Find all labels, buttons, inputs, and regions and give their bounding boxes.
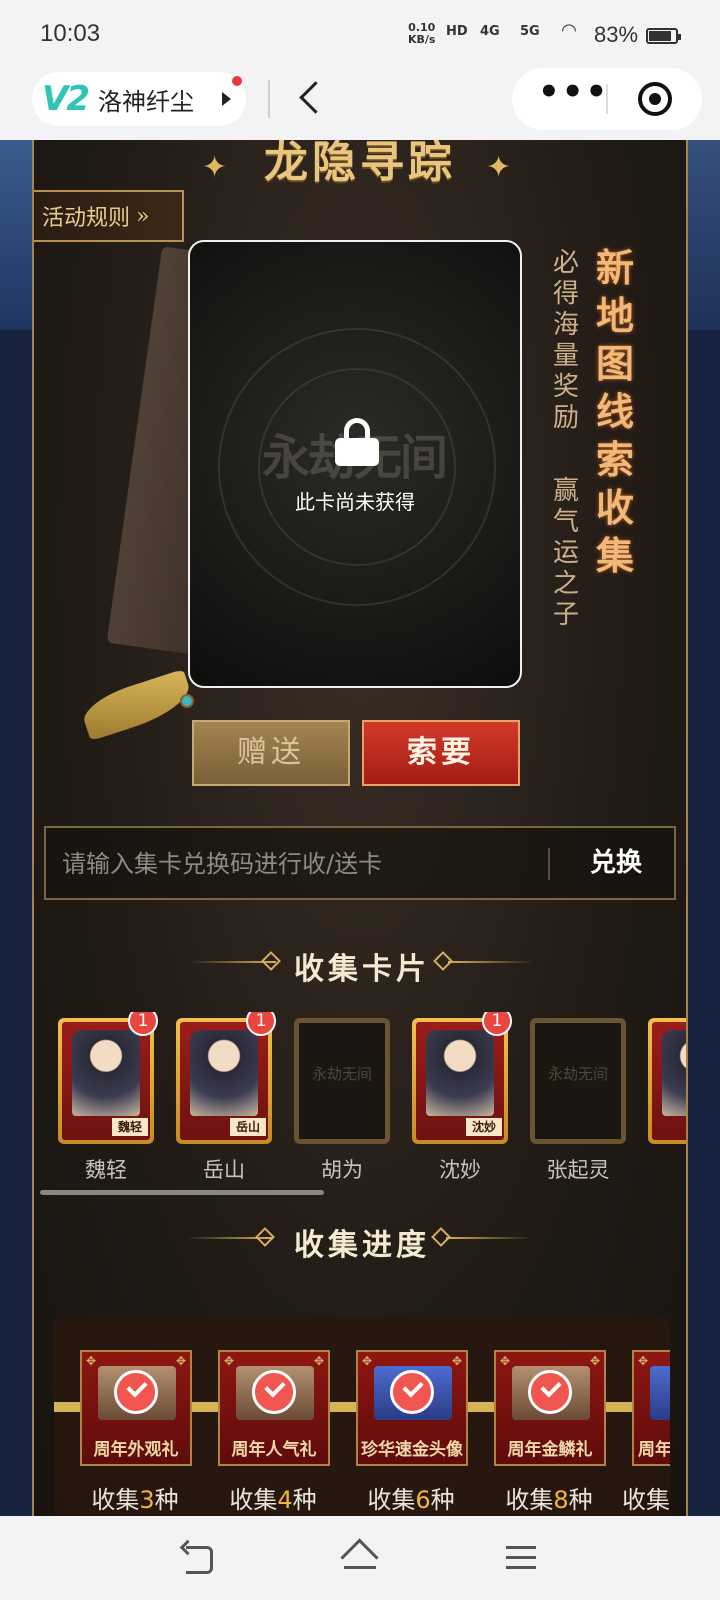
carousel-scrollbar[interactable] <box>40 1190 324 1195</box>
check-icon <box>390 1370 434 1414</box>
app-switcher[interactable]: V2 洛神纤尘 <box>32 72 246 126</box>
rules-button[interactable]: 活动规则 » <box>34 190 184 242</box>
rules-label: 活动规则 <box>42 206 131 231</box>
card-name: 魏轻 <box>85 1158 127 1182</box>
slogan-fortune: 赢气运之子 <box>552 476 579 630</box>
redeem-button[interactable]: 兑换 <box>556 828 676 898</box>
reward-item[interactable]: ✥ ✥ 周年外观礼 <box>80 1350 192 1466</box>
v2-logo: V2 <box>42 79 90 119</box>
nav-divider <box>268 80 270 118</box>
reward-requirement: 收集8种 <box>505 1486 593 1514</box>
card-item[interactable]: 魏轻 <box>58 1018 154 1144</box>
card-item-locked[interactable]: 永劫无间 <box>294 1018 390 1144</box>
collect-progress-heading: 收集进度 <box>34 1218 686 1263</box>
capsule-menu: ••• <box>512 68 702 130</box>
card-logo-watermark: 永劫无间 <box>311 1065 372 1083</box>
card-item-locked[interactable]: 永劫无间 <box>530 1018 626 1144</box>
card-name-tag: 岳山 <box>230 1118 266 1136</box>
lock-icon <box>335 418 379 466</box>
title-ornament-right-icon: ✦ <box>486 150 512 185</box>
reward-item[interactable]: ✥ ✥ 珍华速金头像 <box>356 1350 468 1466</box>
jade-bead-ornament <box>180 694 194 708</box>
reward-label: 周年 <box>638 1440 670 1460</box>
card-name-tag: 魏轻 <box>112 1118 148 1136</box>
close-mini-program-icon[interactable] <box>638 82 672 116</box>
collect-progress-title: 收集进度 <box>294 1228 430 1263</box>
character-portrait <box>72 1030 140 1116</box>
reward-item[interactable]: ✥ 周年 <box>632 1350 670 1466</box>
signal-5g-icon: 5G <box>520 24 540 39</box>
system-navigation-bar <box>0 1516 720 1600</box>
collect-cards-title: 收集卡片 <box>294 952 430 987</box>
app-name: 洛神纤尘 <box>98 87 194 116</box>
clock: 10:03 <box>40 20 101 47</box>
redeem-code-box: 兑换 <box>44 826 676 900</box>
background-art-left <box>0 140 34 330</box>
character-portrait <box>662 1030 686 1116</box>
network-speed-unit: KB/s <box>408 33 436 46</box>
check-icon <box>252 1370 296 1414</box>
mini-program-navbar: V2 洛神纤尘 ••• <box>0 68 720 140</box>
reward-label: 周年人气礼 <box>231 1440 317 1460</box>
check-icon <box>528 1370 572 1414</box>
slogan-new-map: 新地图线索收集 <box>595 245 634 578</box>
reward-label: 周年金鳞礼 <box>507 1440 593 1460</box>
reward-item[interactable]: ✥ ✥ 周年人气礼 <box>218 1350 330 1466</box>
collect-progress-panel[interactable]: ✥ ✥ 周年外观礼 收集3种 ✥ ✥ 周年人气礼 收集4种 ✥ ✥ 珍华速金头像 收集… <box>54 1318 670 1516</box>
gift-button[interactable]: 赠送 <box>192 720 350 786</box>
battery-icon <box>646 28 681 44</box>
card-name: 沈妙 <box>439 1158 481 1182</box>
title-ornament-left-icon: ✦ <box>202 150 228 185</box>
card-item[interactable] <box>648 1018 686 1144</box>
network-speed: 0.10 KB/s <box>408 22 435 46</box>
redeem-code-input[interactable] <box>62 842 532 886</box>
battery-fill <box>649 31 671 41</box>
slogan-rewards: 必得海量奖励 <box>552 248 579 433</box>
double-arrow-icon: » <box>136 203 150 229</box>
more-button[interactable]: ••• <box>538 68 607 130</box>
check-icon <box>114 1370 158 1414</box>
collect-cards-heading: 收集卡片 <box>34 942 686 987</box>
card-item[interactable]: 沈妙 <box>412 1018 508 1144</box>
locked-caption: 此卡尚未获得 <box>295 490 415 514</box>
back-button[interactable] <box>294 76 330 120</box>
status-bar: 10:03 0.10 KB/s HD 4G 5G ◠ 83% <box>0 0 720 70</box>
character-portrait <box>426 1030 494 1116</box>
system-home-icon[interactable] <box>340 1540 380 1576</box>
hd-icon: HD <box>446 24 468 39</box>
page-title: 龙隐寻踪 <box>264 140 456 188</box>
notification-dot <box>232 76 242 86</box>
featured-card[interactable]: 永劫无间 此卡尚未获得 <box>188 240 522 688</box>
caret-right-icon <box>222 92 231 106</box>
reward-item[interactable]: ✥ ✥ 周年金鳞礼 <box>494 1350 606 1466</box>
request-button[interactable]: 索要 <box>362 720 520 786</box>
event-page: ✦ 龙隐寻踪 ✦ 活动规则 » 永劫无间 此卡尚未获得 必得海量奖励 赢气运之子… <box>32 140 688 1516</box>
battery-percent: 83% <box>594 22 639 47</box>
system-back-icon[interactable] <box>180 1540 220 1576</box>
card-carousel[interactable]: 魏轻 1 魏轻 岳山 1 岳山 永劫无间 胡为 沈妙 1 沈妙 永劫无间 张起灵… <box>58 1012 687 1182</box>
system-menu-icon[interactable] <box>502 1540 542 1576</box>
card-name: 胡 <box>648 1154 687 1182</box>
card-item[interactable]: 岳山 <box>176 1018 272 1144</box>
card-logo-watermark: 永劫无间 <box>547 1065 608 1083</box>
gift-box-icon <box>650 1366 670 1420</box>
reward-requirement: 收集6种 <box>367 1486 455 1514</box>
reward-requirement: 收集4种 <box>229 1486 317 1514</box>
wifi-icon: ◠ <box>562 20 576 41</box>
card-name: 胡为 <box>321 1158 363 1182</box>
card-name: 岳山 <box>203 1158 245 1182</box>
capsule-divider <box>606 84 608 114</box>
reward-requirement: 收集3种 <box>91 1486 179 1514</box>
background-art-right <box>686 140 720 330</box>
tassel-ornament <box>78 668 196 742</box>
reward-label: 珍华速金头像 <box>361 1440 463 1460</box>
character-portrait <box>190 1030 258 1116</box>
signal-4g-icon: 4G <box>480 24 500 39</box>
card-name-tag: 沈妙 <box>466 1118 502 1136</box>
redeem-divider <box>548 848 550 880</box>
reward-label: 周年外观礼 <box>93 1440 179 1460</box>
reward-requirement: 收集 <box>622 1486 670 1514</box>
card-name: 张起灵 <box>546 1158 610 1182</box>
